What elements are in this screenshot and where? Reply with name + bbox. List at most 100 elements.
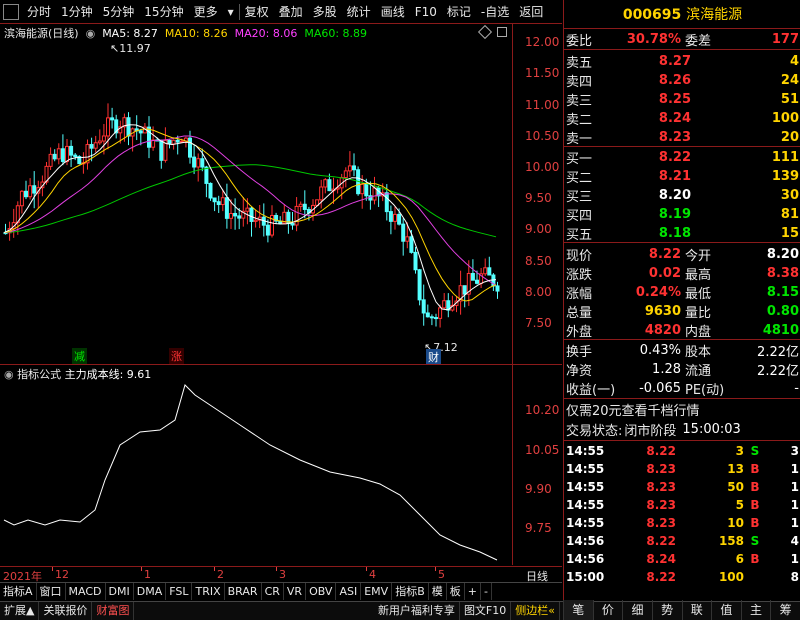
tab-chou[interactable]: 筹 [770, 600, 800, 620]
date-axis: 2021年 12 1 2 3 4 5 日线 [0, 566, 562, 583]
quote-label: 今开 [685, 249, 712, 264]
pane-divider[interactable] [0, 364, 562, 365]
promo-row[interactable]: 仅需20元查看千档行情 [566, 400, 799, 419]
candle-body [405, 236, 410, 242]
quote-value: 8.22 [648, 247, 681, 262]
tick-row[interactable]: 15:00 8.22 100 8 [566, 568, 799, 586]
tab-cr[interactable]: CR [262, 583, 284, 600]
panel-divider [564, 339, 800, 340]
candle-body [253, 219, 258, 222]
buy-level-label: 买一 [566, 152, 593, 167]
tab-dma[interactable]: DMA [134, 583, 167, 600]
tab-asi[interactable]: ASI [336, 583, 362, 600]
sell-row[interactable]: 卖五 8.27 4 [566, 52, 799, 71]
sell-row[interactable]: 卖二 8.24 100 [566, 109, 799, 128]
kline-chart[interactable] [0, 40, 512, 364]
tab-template[interactable]: 模 [429, 583, 447, 600]
tick-row[interactable]: 14:55 8.23 10 B 1 [566, 514, 799, 532]
diejia-button[interactable]: 叠加 [274, 0, 308, 24]
tab-obv[interactable]: OBV [306, 583, 337, 600]
tab-shi[interactable]: 势 [651, 600, 682, 620]
wealth-chart-button[interactable]: 财富图 [92, 602, 135, 620]
tick-row[interactable]: 14:55 8.22 3 S 3 [566, 442, 799, 460]
more-chevron-icon[interactable]: ▾ [223, 0, 239, 24]
indicator-chart[interactable] [0, 380, 512, 566]
tab-window[interactable]: 窗口 [37, 583, 66, 600]
remove-pane-button[interactable]: - [481, 583, 492, 600]
expand-button[interactable]: 扩展▲ [0, 602, 40, 620]
buy-row[interactable]: 买五 8.18 15 [566, 224, 799, 243]
candle-body [56, 148, 61, 160]
candle-body [224, 197, 229, 219]
fuquan-button[interactable]: 复权 [240, 0, 274, 24]
candle-body [89, 144, 94, 149]
tab-indicator-b[interactable]: 指标B [392, 583, 429, 600]
f10-button[interactable]: F10 [410, 0, 442, 24]
tab-xi[interactable]: 细 [622, 600, 652, 620]
tab-trix[interactable]: TRIX [192, 583, 225, 600]
tab-dmi[interactable]: DMI [106, 583, 134, 600]
buy-row[interactable]: 买一 8.22 111 [566, 148, 799, 167]
related-quotes-button[interactable]: 关联报价 [39, 602, 93, 620]
tab-lian[interactable]: 联 [681, 600, 712, 620]
tab-indicator-a[interactable]: 指标A [0, 583, 37, 600]
tab-brar[interactable]: BRAR [225, 583, 262, 600]
mark-zhang[interactable]: 涨 [169, 348, 184, 364]
tick-row[interactable]: 14:56 8.24 6 B 1 [566, 550, 799, 568]
tab-zhi[interactable]: 值 [711, 600, 741, 620]
chart-toolbar: 分时 1分钟 5分钟 15分钟 更多 ▾ 复权 叠加 多股 统计 画线 F10 … [0, 0, 562, 24]
fundamental-row: 换手 0.43% 股本 2.22亿 [566, 341, 799, 360]
add-pane-button[interactable]: + [465, 583, 481, 600]
panel-divider [564, 146, 800, 147]
candle-body [475, 279, 479, 284]
tab-1min[interactable]: 1分钟 [56, 0, 98, 24]
tick-row[interactable]: 14:55 8.23 5 B 1 [566, 496, 799, 514]
menu-icon[interactable] [3, 3, 19, 20]
tab-jia[interactable]: 价 [592, 600, 623, 620]
back-button[interactable]: 返回 [514, 0, 548, 24]
tab-5min[interactable]: 5分钟 [98, 0, 140, 24]
tab-emv[interactable]: EMV [361, 583, 393, 600]
tab-15min[interactable]: 15分钟 [139, 0, 188, 24]
sidebar-button[interactable]: 侧边栏« [511, 602, 560, 620]
tick-count: 1 [790, 516, 799, 530]
mark-cai[interactable]: 财 [426, 349, 441, 365]
sell-volume: 4 [789, 54, 799, 69]
mark-jian[interactable]: 减 [72, 348, 87, 364]
chart-option-diamond-icon[interactable] [477, 24, 493, 40]
candle-body [110, 117, 115, 121]
huaxian-button[interactable]: 画线 [376, 0, 410, 24]
tab-zhu[interactable]: 主 [740, 600, 771, 620]
ma5-label: MA5: 8.27 [102, 27, 158, 40]
sell-row[interactable]: 卖一 8.23 20 [566, 128, 799, 147]
tab-board[interactable]: 板 [447, 583, 465, 600]
tab-more[interactable]: 更多 [189, 0, 223, 24]
tongji-button[interactable]: 统计 [342, 0, 376, 24]
tab-fenshi[interactable]: 分时 [22, 0, 56, 24]
sell-row[interactable]: 卖三 8.25 51 [566, 90, 799, 109]
duogu-button[interactable]: 多股 [308, 0, 342, 24]
new-user-benefit-link[interactable]: 新用户福利专享 [374, 602, 460, 620]
remove-watchlist-button[interactable]: -自选 [476, 0, 514, 24]
buy-row[interactable]: 买三 8.20 30 [566, 186, 799, 205]
panel-divider [564, 28, 800, 29]
tab-vr[interactable]: VR [284, 583, 307, 600]
f10-graphic-button[interactable]: 图文F10 [460, 602, 512, 620]
buy-row[interactable]: 买四 8.19 81 [566, 205, 799, 224]
tick-row[interactable]: 14:55 8.23 13 B 1 [566, 460, 799, 478]
tick-row[interactable]: 14:55 8.23 50 B 1 [566, 478, 799, 496]
chart-maximize-icon[interactable] [497, 27, 507, 37]
sell-row[interactable]: 卖四 8.26 24 [566, 71, 799, 90]
fundamental-value: 1.28 [652, 362, 681, 377]
collapse-icon[interactable]: ◉ [82, 27, 99, 40]
promo-text[interactable]: 仅需20元查看千档行情 [566, 400, 700, 419]
candle-body [352, 165, 356, 171]
biaoji-button[interactable]: 标记 [442, 0, 476, 24]
buy-volume: 30 [780, 188, 799, 203]
weibi-label: 委比 [566, 34, 593, 49]
tab-macd[interactable]: MACD [66, 583, 106, 600]
tick-row[interactable]: 14:56 8.22 158 S 4 [566, 532, 799, 550]
buy-row[interactable]: 买二 8.21 139 [566, 167, 799, 186]
tab-bi[interactable]: 笔 [563, 600, 593, 620]
tab-fsl[interactable]: FSL [166, 583, 193, 600]
